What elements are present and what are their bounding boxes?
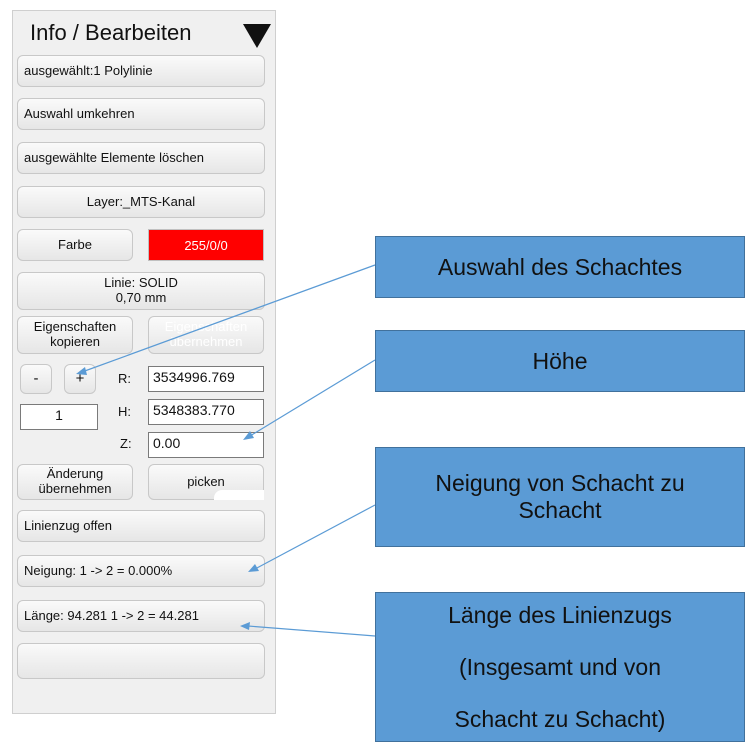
leader-arrow-length: [240, 622, 250, 630]
leader-line-height: [249, 359, 376, 437]
callout-shaft-selection-text: Auswahl des Schachtes: [437, 253, 683, 280]
callout-length-text-1: Länge des Linienzugs: [448, 602, 672, 628]
callout-length: Länge des Linienzugs (Insgesamt und von …: [375, 592, 745, 742]
callout-slope: Neigung von Schacht zu Schacht: [375, 447, 745, 547]
leader-arrow-shaft: [76, 367, 87, 375]
callout-length-text-2: (Insgesamt und von: [458, 654, 661, 680]
leader-arrow-height: [243, 431, 254, 440]
leader-line-slope: [254, 504, 376, 570]
callout-slope-text-1: Neigung von Schacht zu: [435, 470, 685, 496]
leader-line-shaft: [81, 264, 376, 373]
callout-shaft-selection: Auswahl des Schachtes: [375, 236, 745, 298]
leader-line-length: [247, 625, 376, 637]
callout-length-text-3: Schacht zu Schacht): [454, 706, 666, 732]
callout-height-text: Höhe: [532, 347, 588, 374]
callout-height: Höhe: [375, 330, 745, 392]
callout-slope-text-2: Schacht: [518, 497, 602, 523]
